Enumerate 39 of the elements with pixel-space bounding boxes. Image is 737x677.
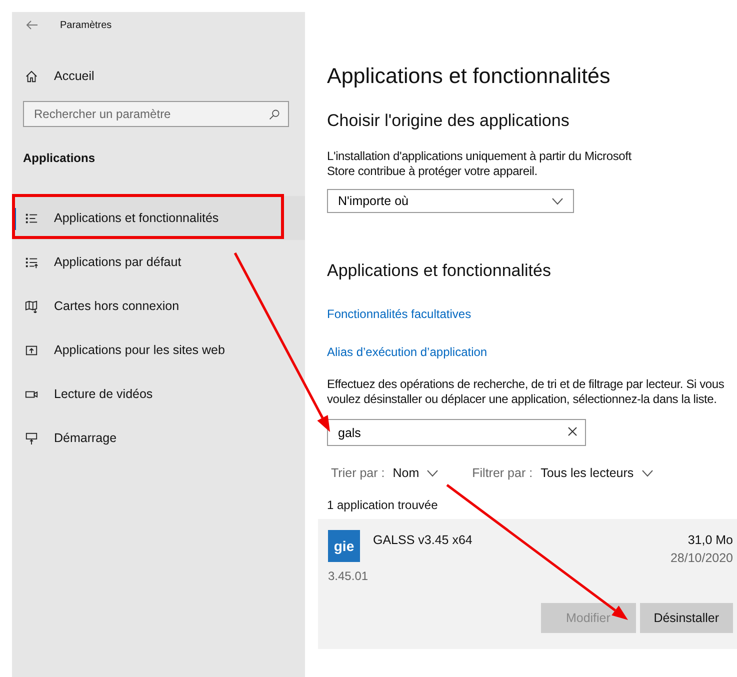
- section-heading: Choisir l'origine des applications: [327, 111, 570, 131]
- sidebar-item[interactable]: Démarrage: [12, 416, 305, 460]
- clear-icon[interactable]: [568, 427, 577, 436]
- description-text: L'installation d'applications uniquement à partir du Microsoft Store contribue à protéger votre appareil.: [327, 149, 632, 179]
- list-icon: [25, 212, 38, 224]
- result-count: 1 application trouvée: [327, 498, 439, 512]
- sidebar-item[interactable]: Cartes hors connexion: [12, 284, 305, 328]
- app-size: 31,0 Mo: [688, 533, 733, 547]
- sidebar-item[interactable]: Applications et fonctionnalités: [12, 196, 305, 240]
- chevron-down-icon: [427, 470, 438, 476]
- sidebar-item[interactable]: Applications pour les sites web: [12, 328, 305, 372]
- app-logo-icon: gie: [328, 530, 360, 562]
- app-name: GALSS v3.45 x64: [373, 533, 474, 547]
- search-icon: [269, 109, 280, 120]
- section-heading: Applications et fonctionnalités: [327, 261, 552, 281]
- home-link[interactable]: Accueil: [54, 69, 94, 83]
- search-field[interactable]: Rechercher un paramètre: [23, 101, 289, 127]
- section-heading: Applications: [23, 151, 96, 165]
- source-dropdown[interactable]: N'importe où: [327, 189, 574, 213]
- list-icon: [25, 256, 38, 268]
- home-icon: [25, 70, 38, 82]
- sidebar-item[interactable]: Lecture de vidéos: [12, 372, 305, 416]
- page-title: Applications et fonctionnalités: [327, 64, 612, 89]
- chevron-down-icon: [642, 470, 653, 476]
- app-version: 3.45.01: [328, 569, 370, 583]
- window-title: Paramètres: [60, 20, 112, 30]
- filter-dropdown[interactable]: Filtrer par : Tous les lecteurs: [472, 466, 653, 480]
- settings-link[interactable]: Alias d’exécution d’application: [327, 345, 737, 359]
- back-arrow-icon[interactable]: [26, 20, 38, 30]
- sort-dropdown[interactable]: Trier par : Nom: [331, 466, 438, 480]
- description-text: Effectuez des opérations de recherche, de tri et de filtrage par lecteur. Si vous voulez désinstaller ou déplacer une application, sélectionnez-la dans la liste.: [327, 377, 726, 407]
- app-search-field[interactable]: gals: [327, 419, 586, 446]
- monitor-icon: [25, 432, 38, 444]
- install-date: 28/10/2020: [670, 551, 733, 565]
- chevron-down-icon: [552, 198, 563, 204]
- uninstall-button[interactable]: Désinstaller: [640, 603, 733, 633]
- map-icon: [25, 300, 38, 312]
- sidebar-item[interactable]: Applications par défaut: [12, 240, 305, 284]
- settings-link[interactable]: Fonctionnalités facultatives: [327, 307, 737, 321]
